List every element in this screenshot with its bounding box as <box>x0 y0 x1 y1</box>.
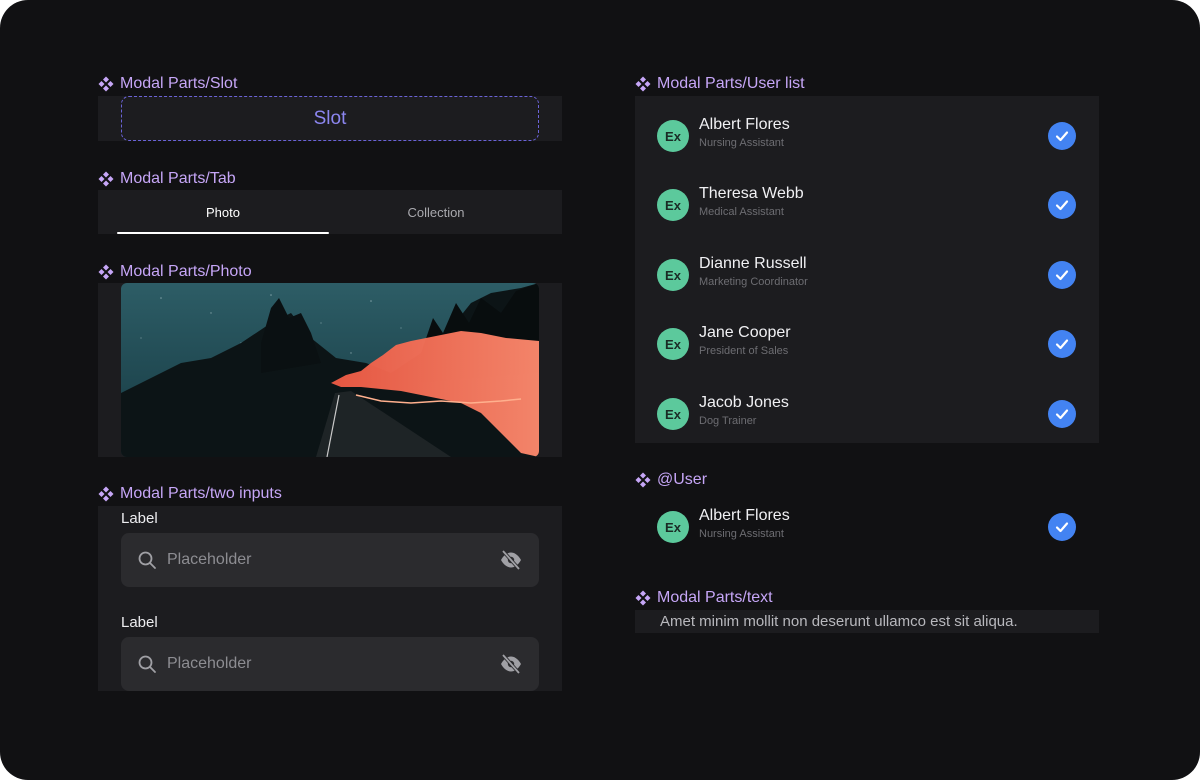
user-role: President of Sales <box>699 345 789 357</box>
eye-off-icon[interactable] <box>499 652 523 676</box>
component-diamond-icon <box>98 264 114 280</box>
section-title-text: Modal Parts/Tab <box>120 170 236 187</box>
section-title-text: @User <box>657 471 708 488</box>
selected-check[interactable] <box>1048 330 1076 358</box>
section-title-text: Modal Parts/Photo <box>120 263 252 280</box>
search-icon <box>138 655 156 673</box>
avatar: Ex <box>657 120 689 152</box>
slot-placeholder[interactable]: Slot <box>121 96 539 141</box>
tab-bar: Photo Collection <box>98 190 562 234</box>
component-diamond-icon <box>98 76 114 92</box>
check-icon <box>1055 200 1069 211</box>
component-diamond-icon <box>635 590 651 606</box>
avatar: Ex <box>657 328 689 360</box>
check-icon <box>1055 270 1069 281</box>
section-title-text-part: Modal Parts/text <box>635 588 773 608</box>
user-role: Nursing Assistant <box>699 528 784 540</box>
component-diamond-icon <box>635 472 651 488</box>
section-title-text: Modal Parts/Slot <box>120 75 238 92</box>
section-title-photo: Modal Parts/Photo <box>98 262 252 282</box>
field-label-2: Label <box>121 614 158 631</box>
user-list-item[interactable]: Ex Dianne Russell Marketing Coordinator <box>635 253 1099 299</box>
user-role: Medical Assistant <box>699 206 784 218</box>
tab-collection[interactable]: Collection <box>329 190 543 234</box>
user-role: Nursing Assistant <box>699 137 784 149</box>
user-name: Theresa Webb <box>699 185 804 202</box>
active-tab-indicator <box>117 232 329 234</box>
input-field-2[interactable] <box>121 637 539 691</box>
avatar: Ex <box>657 259 689 291</box>
user-list-item[interactable]: Ex Jacob Jones Dog Trainer <box>635 392 1099 438</box>
section-title-user: @User <box>635 470 707 490</box>
selected-check[interactable] <box>1048 122 1076 150</box>
selected-check[interactable] <box>1048 261 1076 289</box>
component-diamond-icon <box>635 76 651 92</box>
eye-off-icon[interactable] <box>499 548 523 572</box>
user-list-item[interactable]: Ex Albert Flores Nursing Assistant <box>635 114 1099 160</box>
check-icon <box>1055 409 1069 420</box>
two-inputs-panel: Label Label <box>98 506 562 691</box>
section-title-slot: Modal Parts/Slot <box>98 74 237 94</box>
canvas: Modal Parts/Slot Slot Modal Parts/Tab Ph… <box>0 0 1200 780</box>
section-title-tab: Modal Parts/Tab <box>98 169 236 189</box>
user-role: Marketing Coordinator <box>699 276 808 288</box>
section-title-text: Modal Parts/two inputs <box>120 485 282 502</box>
night-road-photo <box>121 283 539 457</box>
user-name: Jacob Jones <box>699 394 789 411</box>
component-diamond-icon <box>98 486 114 502</box>
user-list-item[interactable]: Ex Jane Cooper President of Sales <box>635 322 1099 368</box>
tab-photo[interactable]: Photo <box>117 190 329 234</box>
selected-check[interactable] <box>1048 513 1076 541</box>
selected-check[interactable] <box>1048 191 1076 219</box>
search-icon <box>138 551 156 569</box>
slot-label: Slot <box>313 107 347 129</box>
check-icon <box>1055 339 1069 350</box>
field-label-1: Label <box>121 510 158 527</box>
avatar: Ex <box>657 398 689 430</box>
user-name: Albert Flores <box>699 507 790 524</box>
section-title-two-inputs: Modal Parts/two inputs <box>98 484 282 504</box>
user-list-item[interactable]: Ex Theresa Webb Medical Assistant <box>635 183 1099 229</box>
text-panel: Amet minim mollit non deserunt ullamco e… <box>635 610 1099 633</box>
user-item[interactable]: Ex Albert Flores Nursing Assistant <box>635 505 1099 551</box>
input-field-1[interactable] <box>121 533 539 587</box>
user-list-panel: Ex Albert Flores Nursing Assistant Ex Th… <box>635 96 1099 443</box>
user-name: Jane Cooper <box>699 324 791 341</box>
section-title-text: Modal Parts/User list <box>657 75 805 92</box>
avatar: Ex <box>657 511 689 543</box>
body-text: Amet minim mollit non deserunt ullamco e… <box>660 613 1018 630</box>
user-name: Dianne Russell <box>699 255 807 272</box>
section-title-user-list: Modal Parts/User list <box>635 74 805 94</box>
component-diamond-icon <box>98 171 114 187</box>
avatar: Ex <box>657 189 689 221</box>
check-icon <box>1055 522 1069 533</box>
photo-panel <box>98 283 562 457</box>
user-name: Albert Flores <box>699 116 790 133</box>
user-role: Dog Trainer <box>699 415 757 427</box>
selected-check[interactable] <box>1048 400 1076 428</box>
text-input-2[interactable] <box>167 655 499 673</box>
section-title-text: Modal Parts/text <box>657 589 773 606</box>
check-icon <box>1055 131 1069 142</box>
text-input-1[interactable] <box>167 551 499 569</box>
slot-panel: Slot <box>98 96 562 141</box>
